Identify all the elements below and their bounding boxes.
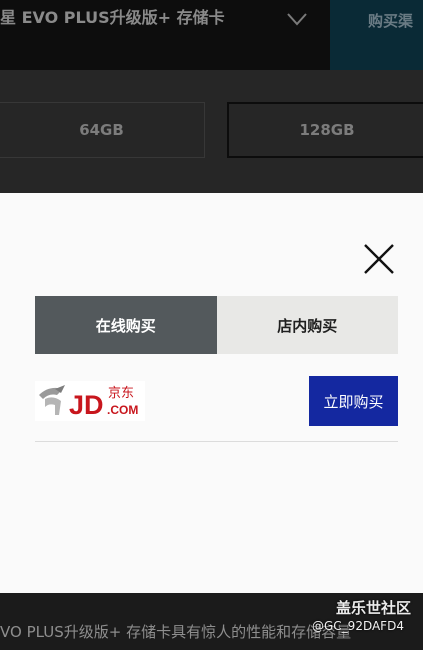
purchase-modal: 在线购买 店内购买 JD 京东 .COM 立即购买 xyxy=(0,193,423,593)
jd-logo-chinese: 京东 xyxy=(108,386,134,401)
background-header: 星 EVO PLUS升级版+ 存储卡 购买渠 xyxy=(0,0,423,70)
product-title: 星 EVO PLUS升级版+ 存储卡 xyxy=(0,8,225,27)
close-icon[interactable] xyxy=(362,242,396,276)
jd-logo-com: .COM xyxy=(107,403,138,417)
watermark-user: @GC_92DAFD4 xyxy=(312,619,404,633)
capacity-option-64gb[interactable]: 64GB xyxy=(0,102,205,158)
buy-now-button[interactable]: 立即购买 xyxy=(309,376,398,426)
tab-store-purchase[interactable]: 店内购买 xyxy=(216,296,398,354)
capacity-option-128gb[interactable]: 128GB xyxy=(227,102,423,158)
seller-row: JD 京东 .COM 立即购买 xyxy=(35,376,398,442)
buy-channel-button[interactable]: 购买渠 xyxy=(330,0,423,70)
tab-online-purchase[interactable]: 在线购买 xyxy=(35,296,217,354)
watermark-brand: 盖乐世社区 xyxy=(336,599,412,617)
purchase-tabs: 在线购买 店内购买 xyxy=(35,296,398,354)
capacity-selector: 64GB 128GB xyxy=(0,70,423,193)
jd-logo[interactable]: JD 京东 .COM xyxy=(35,381,145,421)
background-footer: VO PLUS升级版+ 存储卡具有惊人的性能和存储容量 盖乐世社区 @GC_92… xyxy=(0,593,423,650)
chevron-down-icon[interactable] xyxy=(286,8,308,30)
jd-logo-letters: JD xyxy=(69,390,104,420)
